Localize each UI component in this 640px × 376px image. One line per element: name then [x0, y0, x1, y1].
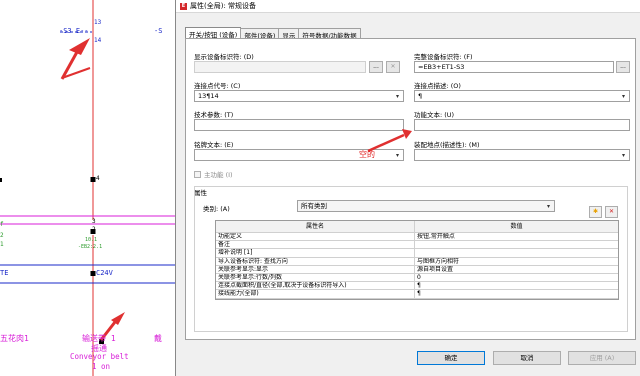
- left-edge-mark: [0, 178, 2, 182]
- annotation-empty-text: 空的: [359, 150, 375, 159]
- row-name: 关联参考显示:行数/列数: [216, 273, 415, 282]
- node-dot-bus: [90, 271, 96, 276]
- full-tag-browse-button[interactable]: ...: [616, 61, 630, 73]
- chevron-down-icon: ▾: [621, 152, 625, 159]
- properties-table[interactable]: 属性名 数值 功能定义 按钮,常开触点 备注 增补说明 [1] 导入设备标识符: …: [215, 220, 619, 300]
- tab-symbol-function-data[interactable]: 符号数据/功能数据: [298, 28, 361, 40]
- table-row[interactable]: 接线能力(全部) ¶: [216, 290, 618, 299]
- cad-canvas[interactable]: -S3 E-- -S 13 14 4 3 2 10.1 -EB2:2.1 f 2…: [0, 0, 175, 376]
- sign-text-label: 铭牌文本: (E): [194, 141, 234, 149]
- main-function-label: 主功能 (I): [204, 171, 233, 179]
- conn-code-label: 连接点代号: (C): [194, 82, 241, 90]
- right-cn-text: 戴: [154, 334, 162, 343]
- row-value[interactable]: ¶: [415, 290, 618, 297]
- bus-left-label: TE: [0, 269, 9, 277]
- properties-dialog: E 属性(全局): 常规设备 开关/按钮 (设备) 部件(设备) 显示 符号数据…: [175, 0, 640, 376]
- row-value[interactable]: 与图框方向相符: [415, 258, 618, 265]
- node-dot-4: [90, 177, 96, 182]
- row-name: 导入设备标识符: 查找方向: [216, 257, 415, 265]
- display-tag-input[interactable]: [194, 61, 366, 73]
- row-value[interactable]: [415, 249, 618, 256]
- conn-desc-value: ¶: [418, 92, 423, 100]
- main-function-checkbox-row[interactable]: 主功能 (I): [194, 169, 233, 179]
- node-4-label: 4: [96, 175, 100, 182]
- row-name: 连接点截面积/直径(全部,取决于设备标识符导入): [216, 282, 415, 290]
- func-text-input[interactable]: [414, 119, 630, 131]
- conn-desc-select[interactable]: ¶ ▾: [414, 90, 630, 102]
- motor-en-1: Conveyor belt: [70, 352, 129, 361]
- tab-strip: 开关/按钮 (设备) 部件(设备) 显示 符号数据/功能数据: [185, 27, 361, 40]
- table-row[interactable]: 备注: [216, 241, 618, 250]
- dialog-title: 属性(全局): 常规设备: [190, 2, 257, 10]
- left-letter-1: f: [0, 221, 4, 228]
- display-tag-browse-button[interactable]: ...: [369, 61, 383, 73]
- category-select[interactable]: 所有类别 ▾: [297, 200, 555, 212]
- chevron-down-icon: ▾: [621, 93, 625, 100]
- left-letter-3: 1: [0, 241, 4, 248]
- device-tag-right: -S: [154, 27, 163, 35]
- node-label-b: -EB2:2.1: [78, 244, 103, 250]
- col-header-value[interactable]: 数值: [415, 221, 618, 232]
- properties-group: 类别: (A) 所有类别 ▾ ✱ ✕ 属性名 数值 功能定义 按钮,常开触点 备注…: [194, 186, 628, 332]
- red-arrow-1-head: [69, 38, 90, 55]
- full-tag-label: 完整设备标识符: (F): [414, 53, 473, 61]
- row-value[interactable]: [415, 241, 618, 248]
- mount-select[interactable]: ▾: [414, 149, 630, 161]
- table-row[interactable]: 功能定义 按钮,常开触点: [216, 233, 618, 242]
- node-label-a: 10.1: [85, 237, 98, 243]
- col-header-name[interactable]: 属性名: [216, 221, 415, 232]
- table-row[interactable]: 增补说明 [1]: [216, 249, 618, 258]
- add-star-icon[interactable]: ✱: [589, 206, 602, 218]
- func-text-label: 功能文本: (U): [414, 111, 455, 119]
- tab-part[interactable]: 部件(设备): [240, 28, 280, 40]
- motor-en-2: 1 on: [92, 362, 111, 371]
- left-cn-text: 五花肉1: [0, 334, 29, 343]
- mount-label: 装配地点(描述性): (M): [414, 141, 480, 149]
- table-row[interactable]: 连接点截面积/直径(全部,取决于设备标识符导入) ¶: [216, 282, 618, 291]
- delete-x-icon[interactable]: ✕: [605, 206, 618, 218]
- full-tag-input[interactable]: =EB3+ET1-S3: [414, 61, 614, 73]
- row-name: 接线能力(全部): [216, 290, 415, 298]
- display-tag-label: 显示设备标识符: (D): [194, 53, 254, 61]
- chevron-down-icon: ▾: [395, 93, 399, 100]
- node-2-label: 2: [92, 226, 96, 233]
- device-tag: -S3 E--: [59, 27, 89, 35]
- chevron-down-icon: ▾: [546, 203, 550, 210]
- node-3-label: 3: [92, 218, 96, 225]
- conn-code-select[interactable]: 13¶14 ▾: [194, 90, 404, 102]
- left-letter-2: 2: [0, 232, 4, 239]
- conn-desc-label: 连接点描述: (O): [414, 82, 461, 90]
- row-value[interactable]: 按钮,常开触点: [415, 233, 618, 240]
- tab-display[interactable]: 显示: [278, 28, 300, 40]
- apply-button[interactable]: 应用 (A): [568, 351, 636, 365]
- category-label: 类别: (A): [203, 205, 230, 213]
- cancel-button[interactable]: 取消: [493, 351, 561, 365]
- row-value[interactable]: 0: [415, 274, 618, 281]
- row-name: 关联参考显示:显示: [216, 265, 415, 273]
- table-row[interactable]: 导入设备标识符: 查找方向 与图框方向相符: [216, 257, 618, 266]
- pin-top-label: 13: [94, 19, 102, 26]
- ok-button[interactable]: 确定: [417, 351, 485, 365]
- row-value[interactable]: ¶: [415, 282, 618, 289]
- main-function-checkbox[interactable]: [194, 170, 201, 178]
- table-row[interactable]: 关联参考显示:显示 源自项目设置: [216, 265, 618, 274]
- display-tag-clear-button[interactable]: ✕: [386, 61, 400, 73]
- conn-code-value: 13¶14: [198, 92, 219, 100]
- dialog-titlebar[interactable]: E 属性(全局): 常规设备: [176, 0, 640, 13]
- row-name: 功能定义: [216, 233, 415, 241]
- category-value: 所有类别: [301, 202, 327, 210]
- row-name: 增补说明 [1]: [216, 249, 415, 257]
- table-header: 属性名 数值: [216, 221, 618, 233]
- bus-right-label: C24V: [96, 269, 113, 277]
- cad-drawing: [0, 0, 175, 376]
- tech-param-label: 技术参数: (T): [194, 111, 234, 119]
- row-value[interactable]: 源自项目设置: [415, 266, 618, 273]
- table-row[interactable]: 关联参考显示:行数/列数 0: [216, 273, 618, 283]
- row-name: 备注: [216, 241, 415, 249]
- tab-switch-button[interactable]: 开关/按钮 (设备): [185, 27, 242, 39]
- eplan-app-icon: E: [180, 2, 187, 10]
- pin-bottom-label: 14: [94, 37, 102, 44]
